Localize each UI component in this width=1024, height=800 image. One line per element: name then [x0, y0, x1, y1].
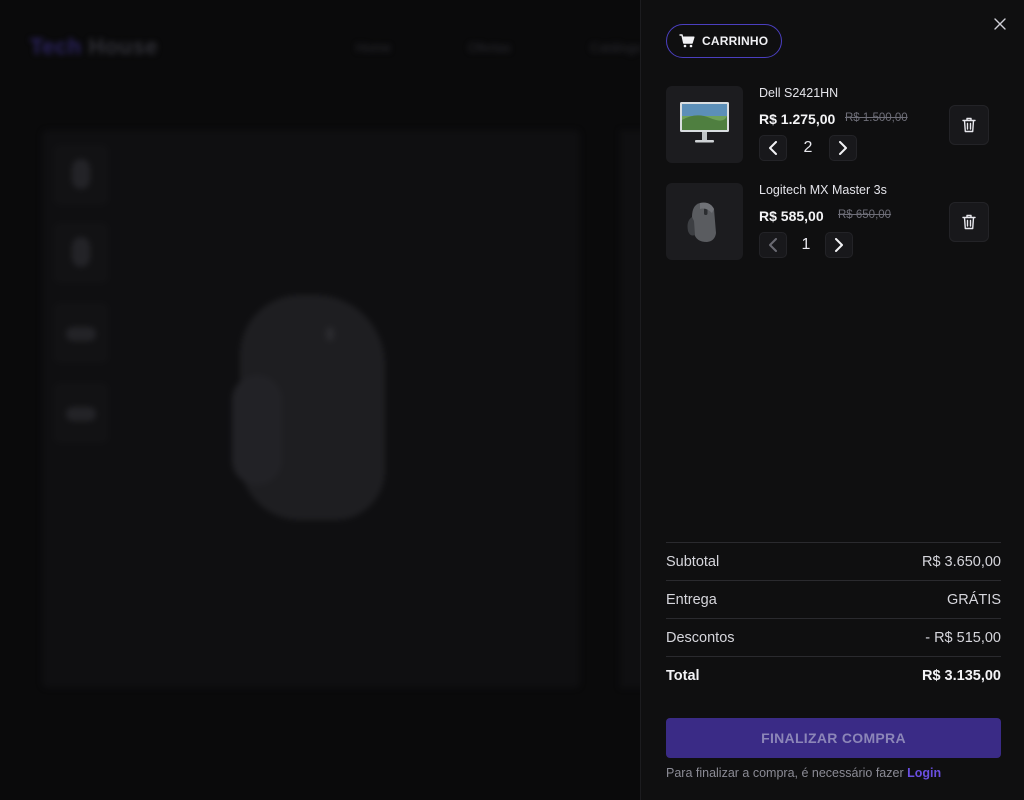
chevron-right-icon [835, 238, 843, 252]
item-old-price: R$ 1.500,00 [845, 112, 908, 124]
discount-value: - R$ 515,00 [925, 629, 1001, 646]
chevron-left-icon [769, 238, 777, 252]
quantity-stepper: 2 [759, 135, 857, 161]
discount-label: Descontos [666, 629, 735, 646]
summary-row-total: Total R$ 3.135,00 [666, 656, 1001, 694]
summary-row-subtotal: Subtotal R$ 3.650,00 [666, 542, 1001, 580]
item-name: Logitech MX Master 3s [759, 183, 887, 197]
checkout-button[interactable]: FINALIZAR COMPRA [666, 718, 1001, 758]
chevron-right-icon [839, 141, 847, 155]
order-summary: Subtotal R$ 3.650,00 Entrega GRÁTIS Desc… [666, 542, 1001, 694]
cart-drawer: CARRINHO Dell S2421HN R$ 1.275,00 R$ 1.5… [640, 0, 1024, 800]
item-image [666, 183, 743, 260]
decrease-quantity-button[interactable] [759, 232, 787, 258]
monitor-icon [680, 102, 729, 143]
cart-item: Logitech MX Master 3s R$ 585,00 R$ 650,0… [666, 183, 1001, 261]
item-old-price: R$ 650,00 [838, 209, 892, 221]
close-button[interactable] [990, 14, 1010, 34]
nav-link-ofertas: Ofertas [468, 40, 511, 55]
product-main-image [232, 295, 385, 520]
gallery-thumbnail [54, 303, 108, 363]
item-price: R$ 585,00 [759, 208, 824, 224]
login-notice: Para finalizar a compra, é necessário fa… [666, 766, 941, 780]
subtotal-value: R$ 3.650,00 [921, 553, 1001, 570]
item-price: R$ 1.275,00 [759, 111, 836, 127]
gallery-thumbnail [54, 223, 108, 283]
summary-row-shipping: Entrega GRÁTIS [666, 580, 1001, 618]
quantity-value: 2 [803, 139, 813, 156]
cart-icon [679, 34, 695, 48]
increase-quantity-button[interactable] [825, 232, 853, 258]
trash-icon [962, 117, 976, 133]
cart-item: Dell S2421HN R$ 1.275,00 R$ 1.500,00 2 [666, 86, 1001, 164]
chevron-left-icon [769, 141, 777, 155]
increase-quantity-button[interactable] [829, 135, 857, 161]
subtotal-label: Subtotal [666, 553, 720, 570]
site-logo: Tech House [30, 34, 159, 59]
quantity-value: 1 [801, 236, 811, 253]
mouse-icon [687, 202, 716, 242]
cart-title-badge: CARRINHO [666, 24, 783, 58]
trash-icon [962, 214, 976, 230]
summary-row-discount: Descontos - R$ 515,00 [666, 618, 1001, 656]
remove-item-button[interactable] [949, 202, 989, 242]
total-label: Total [666, 667, 700, 684]
item-image [666, 86, 743, 163]
decrease-quantity-button[interactable] [759, 135, 787, 161]
nav-link-home: Home [356, 40, 391, 55]
quantity-stepper: 1 [759, 232, 853, 258]
cart-title: CARRINHO [702, 34, 769, 48]
shipping-value: GRÁTIS [947, 591, 1001, 608]
close-icon [994, 18, 1006, 30]
gallery-thumbnail [54, 383, 108, 443]
login-notice-text: Para finalizar a compra, é necessário fa… [666, 766, 904, 780]
item-name: Dell S2421HN [759, 86, 839, 100]
nav-link-catalogo: Catálogo [590, 40, 643, 55]
remove-item-button[interactable] [949, 105, 989, 145]
login-link[interactable]: Login [907, 766, 941, 780]
total-value: R$ 3.135,00 [921, 667, 1001, 684]
gallery-thumbnail [54, 145, 108, 205]
shipping-label: Entrega [666, 591, 717, 608]
